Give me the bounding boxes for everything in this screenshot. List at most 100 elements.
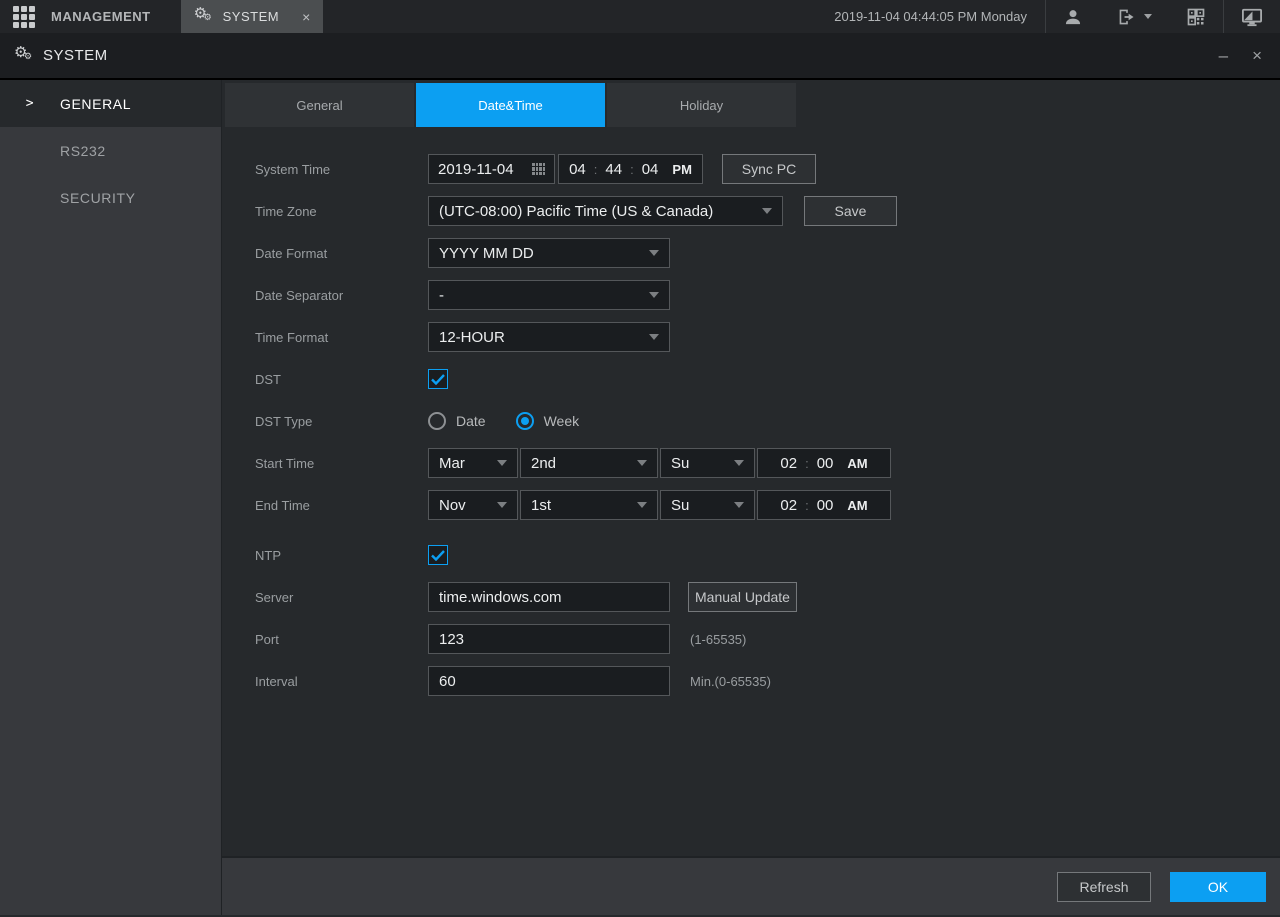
hour-value: 02 <box>780 455 797 472</box>
end-day-dropdown[interactable]: Su <box>660 490 755 520</box>
management-label[interactable]: MANAGEMENT <box>51 9 151 24</box>
hour-value: 04 <box>569 161 586 178</box>
time-format-value: 12-HOUR <box>439 329 505 346</box>
dst-label: DST <box>255 372 428 387</box>
start-month-value: Mar <box>439 455 465 472</box>
logout-icon[interactable] <box>1100 0 1169 33</box>
system-date-field[interactable]: 2019-11-04 <box>428 154 555 184</box>
topbar-right: 2019-11-04 04:44:05 PM Monday <box>834 0 1280 33</box>
end-week-dropdown[interactable]: 1st <box>520 490 658 520</box>
system-time-field[interactable]: 04 : 44 : 04 PM <box>558 154 703 184</box>
port-label: Port <box>255 632 428 647</box>
chevron-down-icon <box>1144 14 1152 19</box>
radio-label: Week <box>544 413 580 429</box>
refresh-button[interactable]: Refresh <box>1057 872 1151 902</box>
date-separator-value: - <box>439 287 444 304</box>
date-separator-label: Date Separator <box>255 288 428 303</box>
minute-value: 00 <box>817 455 834 472</box>
sidebar-item-label: GENERAL <box>60 96 131 112</box>
ok-button[interactable]: OK <box>1170 872 1266 902</box>
save-button[interactable]: Save <box>804 196 897 226</box>
start-week-value: 2nd <box>531 455 556 472</box>
chevron-down-icon <box>497 502 507 508</box>
calendar-icon[interactable] <box>532 163 545 175</box>
end-time-field[interactable]: 02 : 00 AM <box>757 490 891 520</box>
ntp-checkbox[interactable] <box>428 545 448 565</box>
ntp-label: NTP <box>255 548 428 563</box>
sidebar-item-rs232[interactable]: > RS232 <box>0 127 221 174</box>
time-format-dropdown[interactable]: 12-HOUR <box>428 322 670 352</box>
start-time-label: Start Time <box>255 456 428 471</box>
port-hint: (1-65535) <box>690 632 746 647</box>
interval-input-box <box>428 666 670 696</box>
sync-pc-button[interactable]: Sync PC <box>722 154 816 184</box>
chevron-down-icon <box>637 502 647 508</box>
interval-label: Interval <box>255 674 428 689</box>
tab-bar: General Date&Time Holiday <box>222 83 1280 127</box>
dst-type-label: DST Type <box>255 414 428 429</box>
minute-value: 44 <box>605 161 622 178</box>
footer-bar: Refresh OK <box>222 856 1280 915</box>
chevron-down-icon <box>497 460 507 466</box>
topbar-datetime: 2019-11-04 04:44:05 PM Monday <box>834 9 1027 24</box>
qr-code-icon[interactable] <box>1169 0 1223 33</box>
tab-date-time[interactable]: Date&Time <box>416 83 605 127</box>
server-label: Server <box>255 590 428 605</box>
interval-input[interactable] <box>429 667 669 695</box>
end-time-label: End Time <box>255 498 428 513</box>
tab-close-icon[interactable]: × <box>302 9 310 25</box>
radio-icon <box>516 412 534 430</box>
dst-type-week-radio[interactable]: Week <box>516 412 580 430</box>
close-button[interactable]: × <box>1252 47 1262 64</box>
ampm-value: AM <box>847 456 867 471</box>
user-icon[interactable] <box>1046 0 1100 33</box>
sidebar-item-security[interactable]: > SECURITY <box>0 174 221 221</box>
radio-icon <box>428 412 446 430</box>
system-tab[interactable]: ⚙⚙ SYSTEM × <box>181 0 324 33</box>
time-zone-value: (UTC-08:00) Pacific Time (US & Canada) <box>439 203 713 220</box>
sidebar-item-label: SECURITY <box>60 190 136 206</box>
end-month-dropdown[interactable]: Nov <box>428 490 518 520</box>
start-day-dropdown[interactable]: Su <box>660 448 755 478</box>
server-input[interactable] <box>429 583 669 611</box>
chevron-down-icon <box>649 334 659 340</box>
selected-arrow-icon: > <box>0 96 60 111</box>
minimize-button[interactable]: – <box>1219 47 1228 64</box>
top-bar: MANAGEMENT ⚙⚙ SYSTEM × 2019-11-04 04:44:… <box>0 0 1280 33</box>
chevron-down-icon <box>734 502 744 508</box>
system-tab-label: SYSTEM <box>223 9 279 24</box>
chevron-down-icon <box>649 250 659 256</box>
colon: : <box>805 456 809 471</box>
date-format-dropdown[interactable]: YYYY MM DD <box>428 238 670 268</box>
colon: : <box>805 498 809 513</box>
tab-general[interactable]: General <box>225 83 414 127</box>
sidebar-item-label: RS232 <box>60 143 106 159</box>
time-zone-label: Time Zone <box>255 204 428 219</box>
start-week-dropdown[interactable]: 2nd <box>520 448 658 478</box>
display-icon[interactable] <box>1224 0 1280 33</box>
manual-update-button[interactable]: Manual Update <box>688 582 797 612</box>
time-format-label: Time Format <box>255 330 428 345</box>
dst-type-date-radio[interactable]: Date <box>428 412 486 430</box>
port-input-box <box>428 624 670 654</box>
time-zone-dropdown[interactable]: (UTC-08:00) Pacific Time (US & Canada) <box>428 196 783 226</box>
second-value: 04 <box>642 161 659 178</box>
apps-grid-icon[interactable] <box>13 6 35 28</box>
date-separator-dropdown[interactable]: - <box>428 280 670 310</box>
end-month-value: Nov <box>439 497 466 514</box>
server-input-box <box>428 582 670 612</box>
sidebar-item-general[interactable]: > GENERAL <box>0 80 221 127</box>
chevron-down-icon <box>637 460 647 466</box>
hour-value: 02 <box>780 497 797 514</box>
sidebar: > GENERAL > RS232 > SECURITY <box>0 80 222 915</box>
interval-hint: Min.(0-65535) <box>690 674 771 689</box>
end-day-value: Su <box>671 497 689 514</box>
start-time-field[interactable]: 02 : 00 AM <box>757 448 891 478</box>
date-format-label: Date Format <box>255 246 428 261</box>
start-month-dropdown[interactable]: Mar <box>428 448 518 478</box>
port-input[interactable] <box>429 625 669 653</box>
minute-value: 00 <box>817 497 834 514</box>
tab-holiday[interactable]: Holiday <box>607 83 796 127</box>
dst-checkbox[interactable] <box>428 369 448 389</box>
start-day-value: Su <box>671 455 689 472</box>
